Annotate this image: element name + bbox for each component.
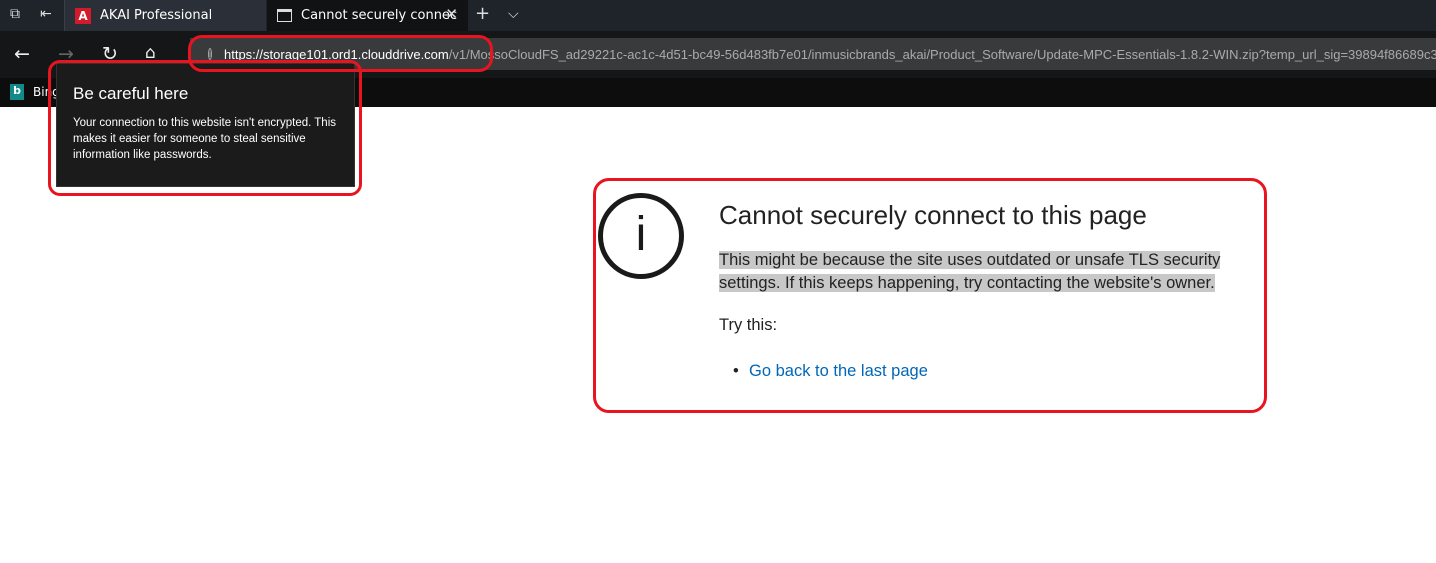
akai-logo-icon: A bbox=[75, 7, 91, 24]
page-icon bbox=[277, 9, 292, 22]
set-aside-tabs-icon[interactable]: ⇤ bbox=[40, 6, 52, 22]
tab-label: AKAI Professional bbox=[100, 8, 213, 23]
annotation-error bbox=[593, 178, 1267, 413]
tab-manager-icon[interactable]: ⧉ bbox=[10, 6, 20, 22]
new-tab-icon[interactable]: + bbox=[475, 3, 490, 24]
tab-error-page[interactable]: Cannot securely connec ✕ bbox=[267, 0, 468, 31]
tab-bar: ⧉ ⇤ A AKAI Professional Cannot securely … bbox=[0, 0, 1436, 31]
tab-label: Cannot securely connec bbox=[301, 8, 458, 23]
chevron-down-icon[interactable]: ⌵ bbox=[508, 6, 519, 22]
annotation-tooltip bbox=[48, 60, 362, 196]
url-path: /v1/MossoCloudFS_ad29221c-ac1c-4d51-bc49… bbox=[448, 46, 1436, 62]
close-tab-icon[interactable]: ✕ bbox=[445, 5, 458, 23]
tab-akai[interactable]: A AKAI Professional bbox=[64, 0, 266, 31]
back-icon[interactable]: ← bbox=[14, 43, 30, 65]
bing-icon: b bbox=[10, 84, 24, 100]
